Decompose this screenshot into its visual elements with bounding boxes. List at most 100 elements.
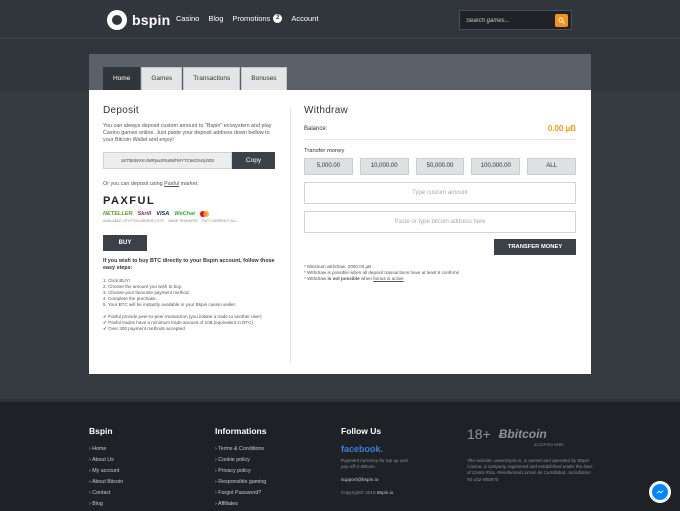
paxful-logo: PAXFUL: [103, 195, 156, 207]
search-input[interactable]: [466, 15, 552, 26]
account-tabs: Home Games Transactions Bonuses: [103, 67, 288, 90]
balance-value: 0.00 µB: [547, 124, 576, 133]
visa-logo: VISA: [156, 211, 170, 217]
main-nav: Casino Blog Promotions 2 Account: [176, 14, 318, 23]
promotions-badge: 2: [273, 14, 283, 23]
note-item: ✔ Over 300 payment methods accepted: [103, 326, 275, 332]
note-prefix: * Withdraw: [304, 276, 327, 282]
footer-link-blog[interactable]: Blog: [89, 499, 123, 510]
header: bspin Casino Blog Promotions 2 Account: [0, 0, 680, 39]
footer-link-affiliates[interactable]: Affiliates: [215, 499, 266, 510]
logo-text: bspin: [132, 12, 171, 28]
transfer-money-button[interactable]: TRANSFER MONEY: [494, 239, 576, 255]
neteller-logo: NETELLER: [103, 211, 133, 217]
bitcoin-accepted-caption: ACCEPTED HERE: [534, 443, 564, 447]
bitcoin-address-input[interactable]: Paste or type bitcoin address here: [304, 211, 576, 233]
withdraw-notes: * Minimum withdraw: 2000.00 µB * Withdra…: [304, 264, 576, 283]
footer-legal-column: 18+ Ƀbitcoin ACCEPTED HERE The website, …: [467, 426, 593, 483]
mastercard-icon: [200, 211, 210, 217]
deposit-address-row: 1KTBdWXmJMRpw2RuBdFMYTC6KDr4rjXBS Copy: [103, 152, 275, 169]
age-badges: 18+ Ƀbitcoin: [467, 426, 593, 442]
search-icon: [558, 17, 565, 24]
footer-link-home[interactable]: Home: [89, 444, 123, 455]
skrill-logo: Skrill: [137, 211, 152, 217]
nav-casino[interactable]: Casino: [176, 14, 199, 23]
footer-link-about-bitcoin[interactable]: About Bitcoin: [89, 477, 123, 488]
step-item: 5. Your BTC will be instantly available …: [103, 302, 237, 308]
nav-blog[interactable]: Blog: [208, 14, 223, 23]
deposit-title: Deposit: [103, 105, 140, 116]
buy-button[interactable]: BUY: [103, 235, 147, 251]
payment-captions: AVAILABLE CRYPTOCURRENCY ETC BANK TRANSF…: [103, 219, 275, 223]
tab-games[interactable]: Games: [141, 67, 183, 90]
copyright-brand: Bspin.io: [376, 490, 394, 495]
custom-amount-input[interactable]: Type custom amount: [304, 182, 576, 204]
age-restriction: 18+: [467, 426, 491, 442]
amount-presets: 5,000.00 10,000.00 50,000.00 100,000.00 …: [304, 158, 576, 175]
tab-bonuses[interactable]: Bonuses: [241, 67, 287, 90]
wallet-card: Deposit You can always deposit custom am…: [89, 90, 591, 374]
footer-link-privacy[interactable]: Privacy policy: [215, 466, 266, 477]
balance-row: Balance: 0.00 µB: [304, 124, 576, 140]
amount-5000-button[interactable]: 5,000.00: [304, 158, 353, 175]
paxful-alt-text: Or you can deposit using Paxful market.: [103, 181, 275, 187]
balance-label: Balance:: [304, 125, 328, 132]
search-button[interactable]: [555, 14, 568, 27]
deposit-address[interactable]: 1KTBdWXmJMRpw2RuBdFMYTC6KDr4rjXBS: [103, 152, 232, 169]
deposit-section: Deposit You can always deposit custom am…: [103, 105, 275, 332]
follow-text: Payment currency for top up and pay-off …: [341, 458, 408, 469]
amount-100000-button[interactable]: 100,000.00: [471, 158, 521, 175]
bitcoin-logo-icon: [107, 10, 127, 30]
amount-all-button[interactable]: ALL: [527, 158, 576, 175]
note-text: Over 300 payment methods accepted: [108, 326, 185, 332]
footer-link-about[interactable]: About Us: [89, 455, 123, 466]
payment-logos: NETELLER Skrill VISA WeChat: [103, 211, 275, 217]
messenger-chat-button[interactable]: [649, 481, 671, 503]
footer-follow-column: Follow Us facebook. Payment currency for…: [341, 426, 416, 495]
copyright: Copyright© 2018 Bspin.io: [341, 490, 416, 495]
amount-50000-button[interactable]: 50,000.00: [415, 158, 465, 175]
messenger-icon: [652, 484, 668, 500]
support-email[interactable]: support@bspin.io: [341, 478, 416, 483]
transfer-money-label: Transfer money: [304, 148, 345, 154]
footer-bspin-column: Bspin Home About Us My account About Bit…: [89, 426, 123, 510]
note-text: Paxful trades have a minimum trade amoun…: [108, 319, 253, 325]
footer-link-contact[interactable]: Contact: [89, 488, 123, 499]
legal-text: The website, www.bspin.io, is owned and …: [467, 458, 593, 482]
note-text: Paxful provide peer-to-peer transaction …: [108, 313, 262, 319]
footer-bspin-title: Bspin: [89, 426, 113, 436]
withdraw-note: * Withdraw is not possible when bonus is…: [304, 276, 576, 282]
copy-button[interactable]: Copy: [232, 152, 275, 169]
nav-account[interactable]: Account: [291, 14, 318, 23]
nav-promotions-label: Promotions: [232, 14, 271, 23]
nav-promotions[interactable]: Promotions 2: [232, 14, 283, 23]
wechat-logo: WeChat: [174, 211, 196, 217]
buy-instructions-title: If you wish to buy BTC directly to your …: [103, 258, 275, 271]
footer-link-terms[interactable]: Terms & Conditions: [215, 444, 266, 455]
footer-link-cookie[interactable]: Cookie policy: [215, 455, 266, 466]
facebook-logo[interactable]: facebook.: [341, 444, 416, 454]
footer-link-account[interactable]: My account: [89, 466, 123, 477]
bitcoin-accepted-logo: Ƀbitcoin: [498, 427, 547, 441]
tab-transactions[interactable]: Transactions: [183, 67, 241, 90]
buy-steps: 1. Click BUY! 2. Choose the amount you w…: [103, 278, 275, 309]
payment-caption: AVAILABLE CRYPTOCURRENCY ETC: [103, 219, 165, 223]
logo[interactable]: bspin: [107, 10, 170, 30]
bitcoin-logo-text: bitcoin: [507, 427, 547, 441]
footer-info-column: Informations Terms & Conditions Cookie p…: [215, 426, 266, 510]
amount-10000-button[interactable]: 10,000.00: [359, 158, 409, 175]
deposit-description: You can always deposit custom amount to …: [103, 123, 272, 143]
footer-link-responsible[interactable]: Responsible gaming: [215, 477, 266, 488]
section-divider: [290, 107, 291, 363]
footer: Bspin Home About Us My account About Bit…: [0, 402, 680, 511]
footer-link-forgot[interactable]: Forgot Password?: [215, 488, 266, 499]
paxful-link[interactable]: Paxful: [164, 181, 179, 187]
note-mid: when: [360, 276, 372, 282]
alt-suffix: market.: [180, 181, 199, 187]
tab-home[interactable]: Home: [103, 67, 141, 90]
withdraw-title: Withdraw: [304, 105, 349, 116]
bonus-active-link[interactable]: bonus is active: [373, 276, 403, 281]
copyright-prefix: Copyright© 2018: [341, 490, 376, 495]
withdraw-section: Withdraw Balance: 0.00 µB Transfer money…: [304, 105, 576, 283]
footer-follow-title: Follow Us: [341, 426, 382, 436]
